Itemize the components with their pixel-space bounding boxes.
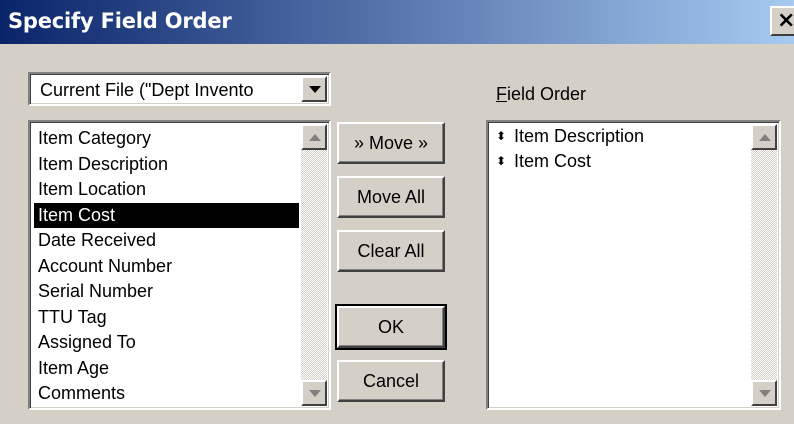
close-button[interactable]: × bbox=[770, 6, 794, 36]
field-order-list[interactable]: ⬍ Item Description ⬍ Item Cost bbox=[486, 120, 781, 410]
list-item[interactable]: Comments bbox=[34, 381, 299, 407]
available-fields-scrollbar[interactable] bbox=[301, 124, 327, 406]
arrow-up-icon bbox=[759, 134, 771, 141]
source-file-selected: Current File ("Dept Invento bbox=[40, 80, 254, 100]
scroll-down-button[interactable] bbox=[751, 380, 777, 406]
scroll-up-button[interactable] bbox=[751, 124, 777, 150]
available-fields-items: Item Category Item Description Item Locati… bbox=[34, 126, 299, 407]
field-order-scrollbar[interactable] bbox=[751, 124, 777, 406]
available-fields-list[interactable]: Item Category Item Description Item Locati… bbox=[28, 120, 331, 410]
order-item-label: Item Description bbox=[514, 126, 645, 146]
specify-field-order-dialog: Specify Field Order × Current File ("Dep… bbox=[0, 0, 794, 424]
list-item[interactable]: TTU Tag bbox=[34, 305, 299, 331]
arrow-down-icon bbox=[309, 390, 321, 397]
title-bar[interactable]: Specify Field Order × bbox=[0, 0, 794, 44]
field-order-label: Field Order bbox=[496, 84, 587, 104]
order-item-label: Item Cost bbox=[514, 151, 592, 171]
list-item[interactable]: Item Description bbox=[34, 152, 299, 178]
list-item[interactable]: Item Cost bbox=[34, 202, 299, 228]
chevron-down-icon bbox=[309, 86, 321, 93]
dialog-title: Specify Field Order bbox=[8, 9, 232, 33]
ok-button[interactable]: OK bbox=[335, 304, 447, 350]
reorder-handle-icon[interactable]: ⬍ bbox=[496, 124, 506, 149]
order-list-item[interactable]: ⬍ Item Cost bbox=[494, 149, 749, 174]
list-item[interactable]: Date Received bbox=[34, 228, 299, 254]
list-item[interactable]: Item Location bbox=[34, 177, 299, 203]
arrow-up-icon bbox=[309, 134, 321, 141]
scroll-up-button[interactable] bbox=[301, 124, 327, 150]
scroll-down-button[interactable] bbox=[301, 380, 327, 406]
list-item[interactable]: Item Age bbox=[34, 356, 299, 382]
order-list-item[interactable]: ⬍ Item Description bbox=[494, 124, 749, 149]
reorder-handle-icon[interactable]: ⬍ bbox=[496, 149, 506, 174]
list-item[interactable]: Serial Number bbox=[34, 279, 299, 305]
list-item[interactable]: Item Category bbox=[34, 126, 299, 152]
close-icon: × bbox=[777, 8, 794, 33]
cancel-button[interactable]: Cancel bbox=[337, 360, 445, 402]
dropdown-button[interactable] bbox=[301, 76, 327, 102]
move-all-button[interactable]: Move All bbox=[337, 176, 445, 218]
arrow-down-icon bbox=[759, 390, 771, 397]
move-button[interactable]: » Move » bbox=[337, 122, 445, 164]
source-file-dropdown[interactable]: Current File ("Dept Invento bbox=[28, 72, 331, 106]
list-item[interactable]: Assigned To bbox=[34, 330, 299, 356]
clear-all-button[interactable]: Clear All bbox=[337, 230, 445, 272]
list-item[interactable]: Account Number bbox=[34, 254, 299, 280]
field-order-items: ⬍ Item Description ⬍ Item Cost bbox=[494, 124, 749, 174]
